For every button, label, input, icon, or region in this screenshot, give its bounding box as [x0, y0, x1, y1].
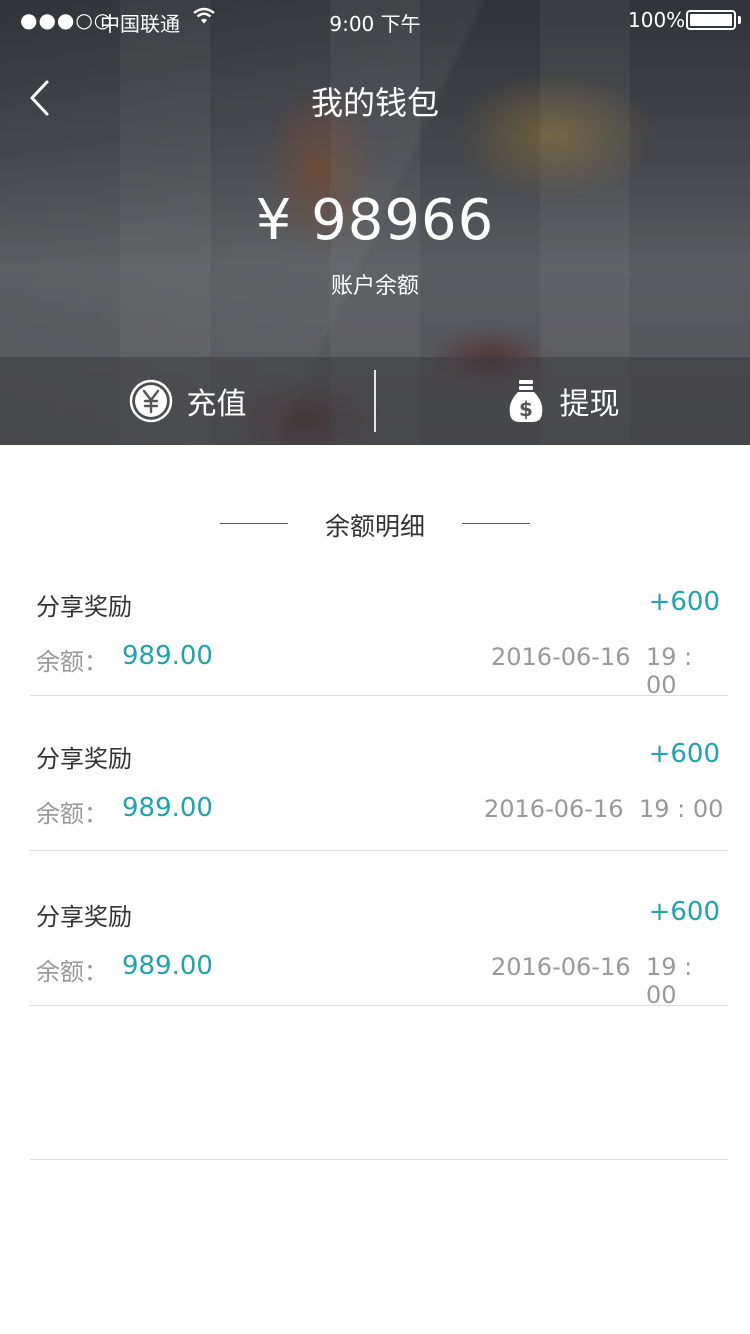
record-balance-value: 989.00 [122, 951, 213, 981]
money-bag-icon: $ [506, 378, 546, 424]
recharge-button[interactable]: 充值 [0, 357, 375, 445]
action-bar: 充值 $ 提现 [0, 357, 750, 445]
recharge-label: 充值 [186, 387, 247, 422]
list-item[interactable]: 分享奖励 +600 余额： 989.00 2016-06-16 19 : 00 [30, 695, 728, 851]
withdraw-button[interactable]: $ 提现 [375, 357, 750, 445]
wallet-screen: ●●●○○ 中国联通 9:00 下午 100% 我的钱包 ¥ 98966 账户余… [0, 0, 750, 1334]
section-line-right [462, 523, 530, 524]
record-date: 2016-06-16 [484, 795, 624, 823]
svg-text:$: $ [519, 397, 533, 421]
record-balance-value: 989.00 [122, 641, 213, 671]
record-title: 分享奖励 [36, 903, 132, 931]
record-time: 19 : 00 [646, 643, 693, 699]
account-balance-label: 账户余额 [330, 274, 419, 299]
page-title: 我的钱包 [310, 84, 439, 122]
record-balance-label: 余额： [36, 958, 108, 986]
record-balance-label: 余额： [36, 648, 108, 676]
section-title: 余额明细 [324, 512, 425, 541]
record-date: 2016-06-16 [491, 643, 631, 671]
record-balance-value: 989.00 [122, 793, 213, 823]
record-title: 分享奖励 [36, 593, 132, 621]
record-date: 2016-06-16 [491, 953, 631, 981]
yen-coin-icon [129, 379, 173, 423]
withdraw-label: 提现 [559, 387, 620, 422]
list-divider [30, 1159, 728, 1160]
record-amount: +600 [648, 739, 720, 769]
record-title: 分享奖励 [36, 745, 132, 773]
list-item[interactable]: 分享奖励 +600 余额： 989.00 2016-06-16 19 : 00 [30, 565, 728, 699]
record-amount: +600 [648, 897, 720, 927]
record-time: 19 : 00 [646, 953, 693, 1009]
battery-icon [686, 10, 736, 30]
list-item[interactable]: 分享奖励 +600 余额： 989.00 2016-06-16 19 : 00 [30, 850, 728, 1009]
record-time: 19 : 00 [639, 795, 724, 823]
account-balance: ¥ 98966 [255, 188, 495, 253]
battery-percent: 100% [628, 8, 686, 32]
record-amount: +600 [648, 587, 720, 617]
nav-bar: 我的钱包 [0, 60, 750, 136]
battery-tip [738, 16, 741, 24]
status-bar: ●●●○○ 中国联通 9:00 下午 100% [0, 0, 750, 40]
balance-details-header: 余额明细 [0, 505, 750, 545]
record-balance-label: 余额： [36, 800, 108, 828]
